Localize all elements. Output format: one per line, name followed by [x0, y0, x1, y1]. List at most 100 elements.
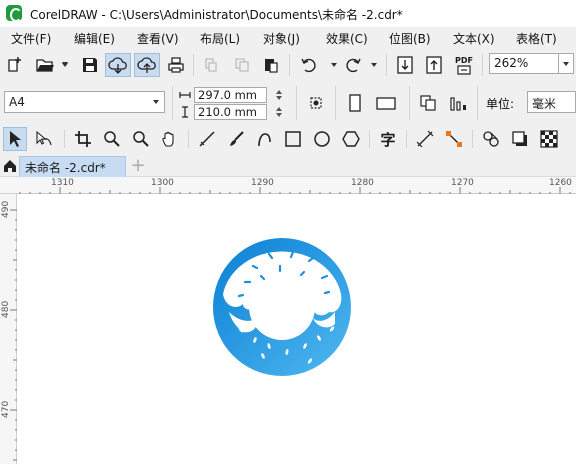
page-height-field[interactable]: 210.0 mm: [194, 104, 267, 120]
page-width-stepper[interactable]: [269, 87, 291, 103]
connector-tool-icon[interactable]: [443, 129, 465, 149]
ruler-label: 1260: [549, 178, 572, 188]
cut-icon[interactable]: [201, 55, 221, 75]
menu-table[interactable]: 表格(T): [516, 30, 557, 47]
menu-bitmap[interactable]: 位图(B): [389, 30, 431, 47]
zoom-dropdown-button[interactable]: [559, 53, 574, 74]
title-bar: CorelDRAW - C:\Users\Administrator\Docum…: [0, 0, 576, 27]
ellipse-tool-icon[interactable]: [311, 129, 333, 149]
coreldraw-logo-icon: [6, 5, 22, 22]
zoom-level-field[interactable]: 262%: [489, 53, 559, 74]
toolbar-divider: [289, 54, 290, 76]
zoom-tool-icon[interactable]: [101, 129, 123, 149]
ruler-label: 470: [1, 400, 11, 418]
page-options-icon[interactable]: [305, 92, 327, 114]
home-icon[interactable]: [2, 157, 18, 174]
dimension-tool-icon[interactable]: [414, 129, 436, 149]
ruler-label: 1300: [151, 178, 174, 188]
document-tab-bar: 未命名 -2.cdr* +: [0, 154, 576, 177]
horizontal-ruler[interactable]: 1310 1300 1290 1280 1270 1260: [0, 177, 576, 194]
donut-icon: [213, 238, 351, 376]
toolbar-divider: [193, 54, 194, 76]
toolbar-divider: [386, 54, 387, 76]
unit-label: 单位:: [486, 97, 515, 111]
donut-artwork[interactable]: [17, 194, 576, 464]
toolbar-divider: [296, 86, 297, 120]
ruler-label: 1280: [351, 178, 374, 188]
blend-tool-icon[interactable]: [480, 129, 502, 149]
menu-object[interactable]: 对象(J): [263, 30, 300, 47]
current-page-icon[interactable]: [447, 92, 469, 114]
pick-tool-icon[interactable]: [3, 127, 27, 151]
menu-layout[interactable]: 布局(L): [200, 30, 240, 47]
page-size-select[interactable]: A4: [4, 91, 165, 113]
pan-tool-icon[interactable]: [159, 129, 181, 149]
ruler-ticks: [19, 187, 571, 194]
ruler-label: 490: [1, 200, 11, 218]
menu-view[interactable]: 查看(V): [137, 30, 179, 47]
toolbar-divider: [472, 130, 473, 148]
all-pages-icon[interactable]: [417, 92, 439, 114]
toolbar-divider: [477, 86, 478, 120]
new-document-icon[interactable]: [5, 55, 25, 75]
shape-tool-icon[interactable]: [33, 129, 55, 149]
crop-tool-icon[interactable]: [72, 129, 94, 149]
ruler-label: 1270: [451, 178, 474, 188]
menu-bar: 文件(F) 编辑(E) 查看(V) 布局(L) 对象(J) 效果(C) 位图(B…: [0, 27, 576, 48]
print-icon[interactable]: [165, 55, 187, 75]
drop-shadow-tool-icon[interactable]: [509, 129, 531, 149]
portrait-orientation-icon[interactable]: [344, 92, 366, 114]
text-tool-icon[interactable]: 字: [377, 128, 399, 150]
export-pdf-button[interactable]: PDF: [452, 53, 476, 77]
page-height-stepper[interactable]: [269, 104, 291, 120]
import-icon[interactable]: [395, 55, 415, 75]
toolbar-divider: [369, 130, 370, 148]
cloud-import-icon[interactable]: [105, 53, 131, 77]
landscape-orientation-icon[interactable]: [374, 92, 398, 114]
transparency-tool-icon[interactable]: [538, 129, 560, 149]
redo-icon[interactable]: [342, 55, 364, 75]
menu-file[interactable]: 文件(F): [11, 30, 51, 47]
menu-effects[interactable]: 效果(C): [326, 30, 368, 47]
toolbar-divider: [188, 130, 189, 148]
copy-icon[interactable]: [232, 55, 252, 75]
menu-edit[interactable]: 编辑(E): [74, 30, 115, 47]
bezier-tool-icon[interactable]: [254, 129, 276, 149]
toolbar-divider: [172, 86, 173, 120]
page-width-icon: [178, 88, 192, 102]
ruler-label: 480: [1, 300, 11, 318]
toolbar-divider: [409, 86, 410, 120]
menu-text[interactable]: 文本(X): [453, 30, 495, 47]
cloud-export-icon[interactable]: [134, 53, 160, 77]
redo-dropdown-chevron-icon[interactable]: [371, 63, 377, 67]
toolbar-divider: [64, 130, 65, 148]
add-tab-button[interactable]: +: [130, 157, 146, 175]
search-tool-icon[interactable]: [130, 129, 152, 149]
artistic-media-tool-icon[interactable]: [225, 129, 247, 149]
toolbox: 字: [0, 125, 576, 154]
page-width-field[interactable]: 297.0 mm: [194, 87, 267, 103]
export-icon[interactable]: [424, 55, 444, 75]
toolbar-divider: [482, 54, 483, 76]
drawing-canvas[interactable]: [17, 194, 576, 464]
open-folder-icon[interactable]: [34, 55, 56, 75]
undo-icon[interactable]: [298, 55, 320, 75]
rectangle-tool-icon[interactable]: [282, 129, 304, 149]
unit-value: 毫米: [532, 97, 557, 111]
ruler-ticks: [10, 209, 17, 461]
ruler-label: 1310: [51, 178, 74, 188]
page-size-value: A4: [9, 95, 25, 109]
tab-document[interactable]: 未命名 -2.cdr*: [19, 156, 126, 177]
undo-dropdown-chevron-icon[interactable]: [331, 63, 337, 67]
ruler-label: 1290: [251, 178, 274, 188]
window-title: CorelDRAW - C:\Users\Administrator\Docum…: [30, 8, 403, 22]
toolbar-divider: [406, 130, 407, 148]
toolbar-divider: [335, 86, 336, 120]
unit-select[interactable]: 毫米: [527, 91, 576, 113]
open-dropdown-chevron-icon[interactable]: [62, 63, 68, 67]
paste-icon[interactable]: [261, 55, 281, 75]
freehand-tool-icon[interactable]: [196, 129, 218, 149]
save-icon[interactable]: [80, 55, 100, 75]
polygon-tool-icon[interactable]: [340, 129, 362, 149]
vertical-ruler[interactable]: 490 480 470: [0, 194, 17, 464]
